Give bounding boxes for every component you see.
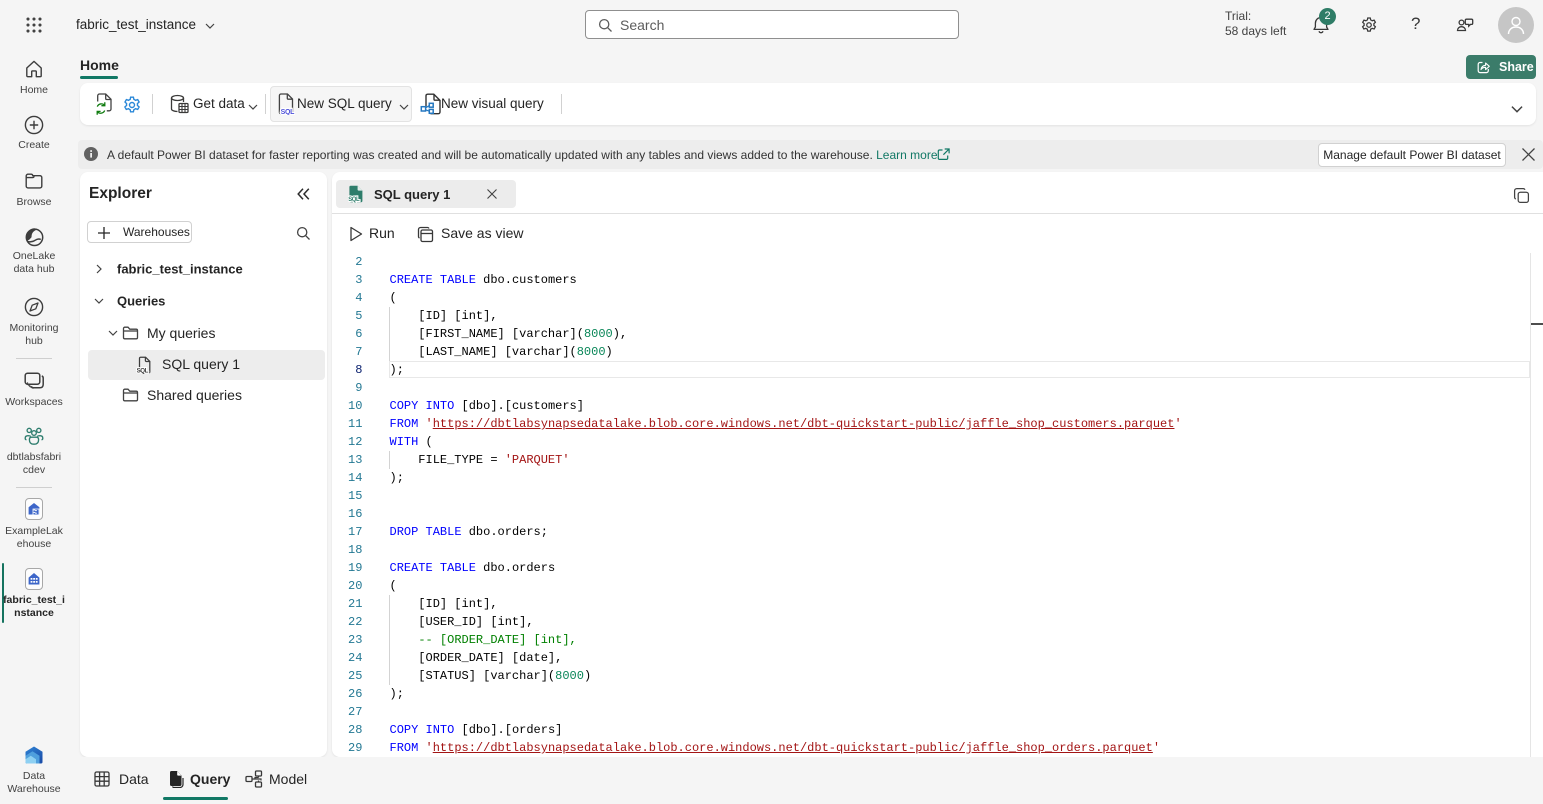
svg-text:SQL: SQL <box>348 197 360 203</box>
svg-text:SQL: SQL <box>281 109 295 115</box>
